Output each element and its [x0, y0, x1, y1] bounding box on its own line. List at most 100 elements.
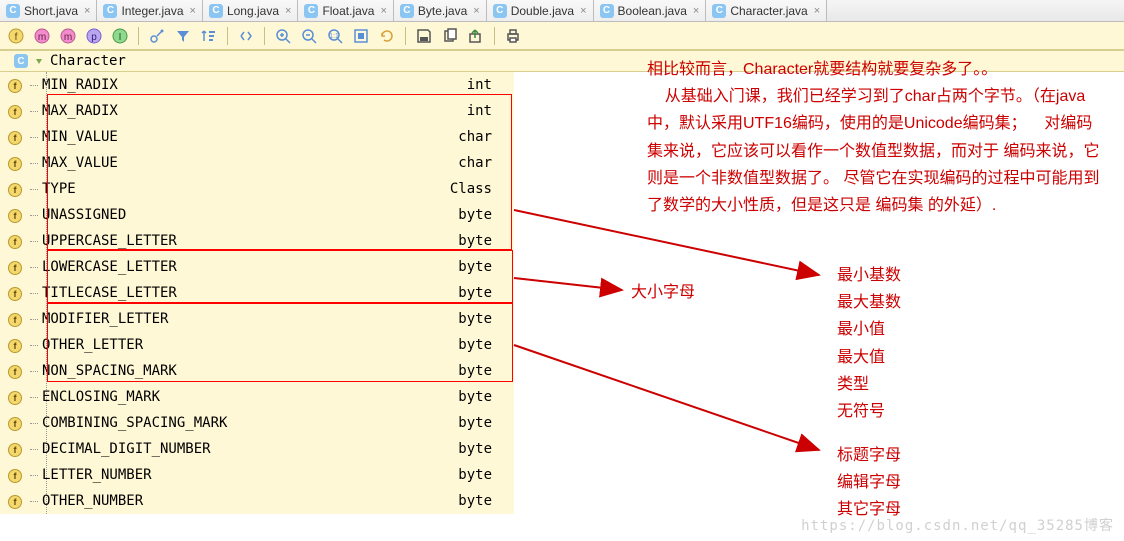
field-row[interactable]: fMAX_RADIXint: [0, 98, 514, 124]
expand-toggle-icon[interactable]: [34, 56, 44, 66]
field-name: COMBINING_SPACING_MARK: [42, 415, 227, 431]
svg-text:I: I: [119, 32, 122, 43]
zoom-reset-icon[interactable]: 1:1: [325, 26, 345, 46]
field-icon: f: [8, 103, 24, 119]
field-row[interactable]: fOTHER_LETTERbyte: [0, 332, 514, 358]
watermark: https://blog.csdn.net/qq_35285博客: [801, 515, 1114, 535]
tab-double[interactable]: CDouble.java×: [487, 0, 594, 21]
field-icon: f: [8, 337, 24, 353]
tab-short[interactable]: CShort.java×: [0, 0, 97, 21]
print-icon[interactable]: [503, 26, 523, 46]
close-icon[interactable]: ×: [814, 5, 820, 17]
field-row[interactable]: fMAX_VALUEchar: [0, 150, 514, 176]
field-name: LETTER_NUMBER: [42, 467, 152, 483]
field-name: MAX_VALUE: [42, 155, 118, 171]
svg-text:1:1: 1:1: [329, 33, 339, 40]
field-row[interactable]: fLOWERCASE_LETTERbyte: [0, 254, 514, 280]
field-row[interactable]: fMIN_VALUEchar: [0, 124, 514, 150]
interface-filter-icon[interactable]: I: [110, 26, 130, 46]
close-icon[interactable]: ×: [190, 5, 196, 17]
field-row[interactable]: f COMBINING_SPACING_MARK byte: [0, 410, 514, 436]
field-row[interactable]: fMODIFIER_LETTERbyte: [0, 306, 514, 332]
field-icon: f: [8, 129, 24, 145]
tab-float[interactable]: CFloat.java×: [298, 0, 393, 21]
fit-content-icon[interactable]: [351, 26, 371, 46]
field-name: ENCLOSING_MARK: [42, 389, 160, 405]
field-row[interactable]: fMIN_RADIXint: [0, 72, 514, 98]
annotation-case-letters: 大小字母: [631, 282, 695, 304]
show-inherited-icon[interactable]: [147, 26, 167, 46]
tab-boolean[interactable]: CBoolean.java×: [594, 0, 707, 21]
field-icon: f: [8, 233, 24, 249]
field-name: MAX_RADIX: [42, 103, 118, 119]
close-icon[interactable]: ×: [580, 5, 586, 17]
zoom-out-icon[interactable]: [299, 26, 319, 46]
field-icon: f: [8, 77, 24, 93]
copy-icon[interactable]: [440, 26, 460, 46]
close-icon[interactable]: ×: [693, 5, 699, 17]
export-icon[interactable]: [466, 26, 486, 46]
close-icon[interactable]: ×: [285, 5, 291, 17]
field-icon: f: [8, 363, 24, 379]
java-file-icon: C: [6, 4, 20, 18]
zoom-in-icon[interactable]: [273, 26, 293, 46]
field-name: MIN_RADIX: [42, 77, 118, 93]
field-name: UNASSIGNED: [42, 207, 126, 223]
field-name: OTHER_NUMBER: [42, 493, 143, 509]
refresh-icon[interactable]: [377, 26, 397, 46]
class-icon: C: [14, 54, 28, 68]
filter-icon[interactable]: [173, 26, 193, 46]
svg-text:m: m: [38, 32, 46, 43]
java-file-icon: C: [103, 4, 117, 18]
field-icon: f: [8, 285, 24, 301]
fields-filter-icon[interactable]: f: [6, 26, 26, 46]
sort-icon[interactable]: [199, 26, 219, 46]
field-icon: f: [8, 441, 24, 457]
tab-integer[interactable]: CInteger.java×: [97, 0, 202, 21]
field-type: byte: [458, 415, 492, 431]
save-icon[interactable]: [414, 26, 434, 46]
field-row[interactable]: fDECIMAL_DIGIT_NUMBERbyte: [0, 436, 514, 462]
expand-icon[interactable]: [236, 26, 256, 46]
close-icon[interactable]: ×: [380, 5, 386, 17]
field-type: byte: [458, 389, 492, 405]
methods-filter-icon[interactable]: m: [32, 26, 52, 46]
field-icon: f: [8, 467, 24, 483]
structure-tree: fMIN_RADIXintfMAX_RADIXintfMIN_VALUEchar…: [0, 72, 514, 514]
field-name: TITLECASE_LETTER: [42, 285, 177, 301]
java-file-icon: C: [493, 4, 507, 18]
java-file-icon: C: [304, 4, 318, 18]
field-name: MIN_VALUE: [42, 129, 118, 145]
class-name-label: Character: [50, 53, 126, 69]
field-row[interactable]: fLETTER_NUMBERbyte: [0, 462, 514, 488]
annotation-paragraph: 相比较而言，Character就要结构就要复杂多了。。 从基础入门课，我们已经学…: [647, 56, 1102, 219]
field-name: UPPERCASE_LETTER: [42, 233, 177, 249]
field-row[interactable]: fNON_SPACING_MARKbyte: [0, 358, 514, 384]
field-row[interactable]: f UPPERCASE_LETTER byte: [0, 228, 514, 254]
field-name: TYPE: [42, 181, 76, 197]
svg-text:f: f: [15, 32, 18, 43]
field-type: Class: [450, 181, 492, 197]
tab-character[interactable]: CCharacter.java×: [706, 0, 827, 21]
field-icon: f: [8, 311, 24, 327]
field-icon: f: [8, 181, 24, 197]
field-row[interactable]: fENCLOSING_MARKbyte: [0, 384, 514, 410]
field-row[interactable]: f TYPE Class: [0, 176, 514, 202]
field-row[interactable]: f TITLECASE_LETTER byte: [0, 280, 514, 306]
methods-filter2-icon[interactable]: m: [58, 26, 78, 46]
field-name: DECIMAL_DIGIT_NUMBER: [42, 441, 211, 457]
tab-byte[interactable]: CByte.java×: [394, 0, 487, 21]
field-type: byte: [458, 285, 492, 301]
field-row[interactable]: fUNASSIGNEDbyte: [0, 202, 514, 228]
field-type: byte: [458, 337, 492, 353]
field-type: byte: [458, 233, 492, 249]
properties-filter-icon[interactable]: p: [84, 26, 104, 46]
field-name: LOWERCASE_LETTER: [42, 259, 177, 275]
field-row[interactable]: fOTHER_NUMBERbyte: [0, 488, 514, 514]
close-icon[interactable]: ×: [473, 5, 479, 17]
svg-text:m: m: [64, 32, 72, 43]
file-tab-bar: CShort.java× CInteger.java× CLong.java× …: [0, 0, 1124, 22]
field-icon: f: [8, 415, 24, 431]
close-icon[interactable]: ×: [84, 5, 90, 17]
tab-long[interactable]: CLong.java×: [203, 0, 298, 21]
